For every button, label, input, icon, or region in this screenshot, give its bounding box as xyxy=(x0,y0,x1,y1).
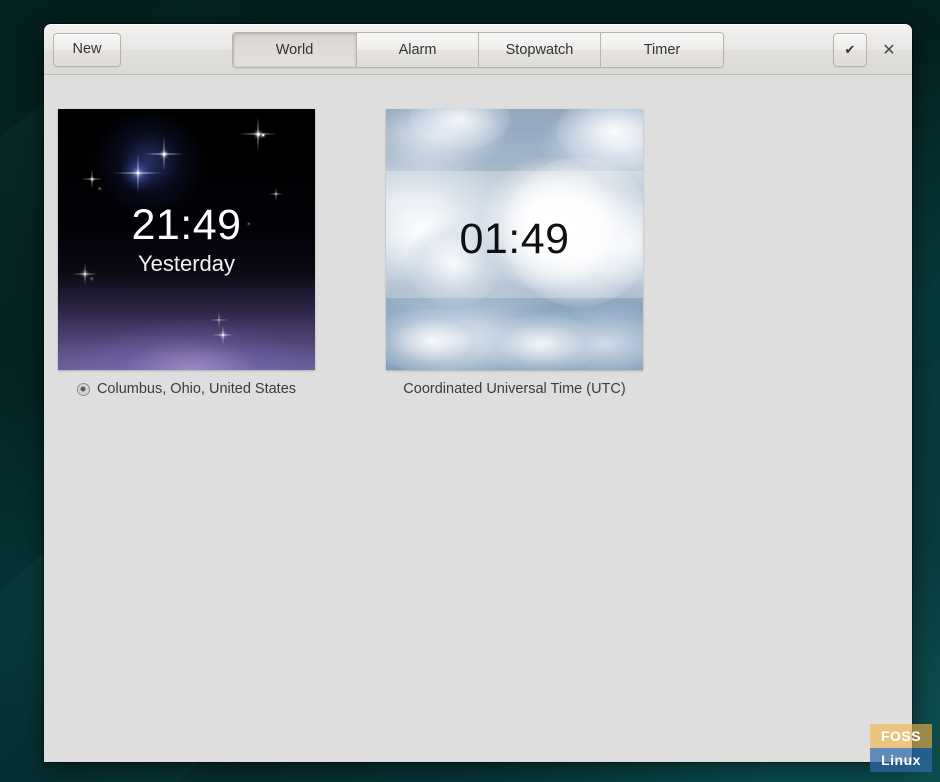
clock-time: 21:49 xyxy=(131,201,242,249)
tab-stopwatch-label: Stopwatch xyxy=(505,41,574,58)
star-icon xyxy=(255,127,271,143)
current-location-icon xyxy=(76,382,90,396)
star-icon xyxy=(236,112,280,156)
clock-location-label: Columbus, Ohio, United States xyxy=(96,380,297,397)
clock-card[interactable]: 21:49 Yesterday Columbus, Ohio, United S… xyxy=(58,109,315,398)
check-glyph: ✔ xyxy=(844,42,856,57)
desktop-background: New World Alarm Stopwatch Timer ✔ ✕ 21:4… xyxy=(0,0,940,782)
headerbar: New World Alarm Stopwatch Timer ✔ ✕ xyxy=(44,24,912,75)
cloud-shape xyxy=(482,315,600,370)
clock-tile-night[interactable]: 21:49 Yesterday xyxy=(58,109,315,370)
clock-time: 01:49 xyxy=(459,215,570,263)
star-icon xyxy=(79,166,105,192)
watermark-line-1: FOSS xyxy=(870,724,932,748)
headerbar-right-controls: ✔ ✕ xyxy=(833,32,903,67)
clocks-window: New World Alarm Stopwatch Timer ✔ ✕ 21:4… xyxy=(44,24,912,762)
cloud-shape xyxy=(556,109,643,167)
star-icon xyxy=(110,145,166,201)
clock-caption: Columbus, Ohio, United States xyxy=(76,380,297,398)
star-icon xyxy=(94,183,106,195)
overlay-band xyxy=(386,109,643,171)
cloud-shape xyxy=(582,201,643,285)
star-icon xyxy=(242,217,256,231)
clock-card[interactable]: 01:49 Coordinated Universal Time (UTC) xyxy=(386,109,643,398)
night-glow xyxy=(88,114,209,210)
clock-tile-day[interactable]: 01:49 xyxy=(386,109,643,370)
clock-caption: Coordinated Universal Time (UTC) xyxy=(403,380,625,398)
close-glyph: ✕ xyxy=(882,41,896,59)
tab-stopwatch[interactable]: Stopwatch xyxy=(479,32,601,67)
world-clocks-content: 21:49 Yesterday Columbus, Ohio, United S… xyxy=(44,75,912,762)
tab-world[interactable]: World xyxy=(233,32,357,67)
check-icon[interactable]: ✔ xyxy=(833,32,867,67)
new-button[interactable]: New xyxy=(53,32,121,67)
overlay-band xyxy=(386,298,643,370)
mode-switcher: World Alarm Stopwatch Timer xyxy=(232,31,724,68)
star-icon xyxy=(267,185,285,203)
tab-timer-label: Timer xyxy=(643,41,681,58)
cloud-shape xyxy=(410,109,510,149)
tab-timer[interactable]: Timer xyxy=(601,32,723,67)
clock-location-label: Coordinated Universal Time (UTC) xyxy=(403,380,626,397)
star-icon xyxy=(210,322,236,348)
tab-alarm[interactable]: Alarm xyxy=(357,32,479,67)
watermark-line-2: Linux xyxy=(870,748,932,772)
star-icon xyxy=(85,272,99,286)
star-icon xyxy=(208,309,230,331)
tab-world-label: World xyxy=(275,41,314,58)
watermark: FOSS Linux xyxy=(870,724,932,772)
star-icon xyxy=(70,259,100,289)
clock-day-note: Yesterday xyxy=(137,251,236,276)
cloud-shape xyxy=(386,309,492,370)
new-button-label: New xyxy=(72,41,102,58)
clock-grid: 21:49 Yesterday Columbus, Ohio, United S… xyxy=(44,109,912,398)
star-icon xyxy=(141,131,187,177)
tab-alarm-label: Alarm xyxy=(398,41,437,58)
close-icon[interactable]: ✕ xyxy=(875,36,903,64)
